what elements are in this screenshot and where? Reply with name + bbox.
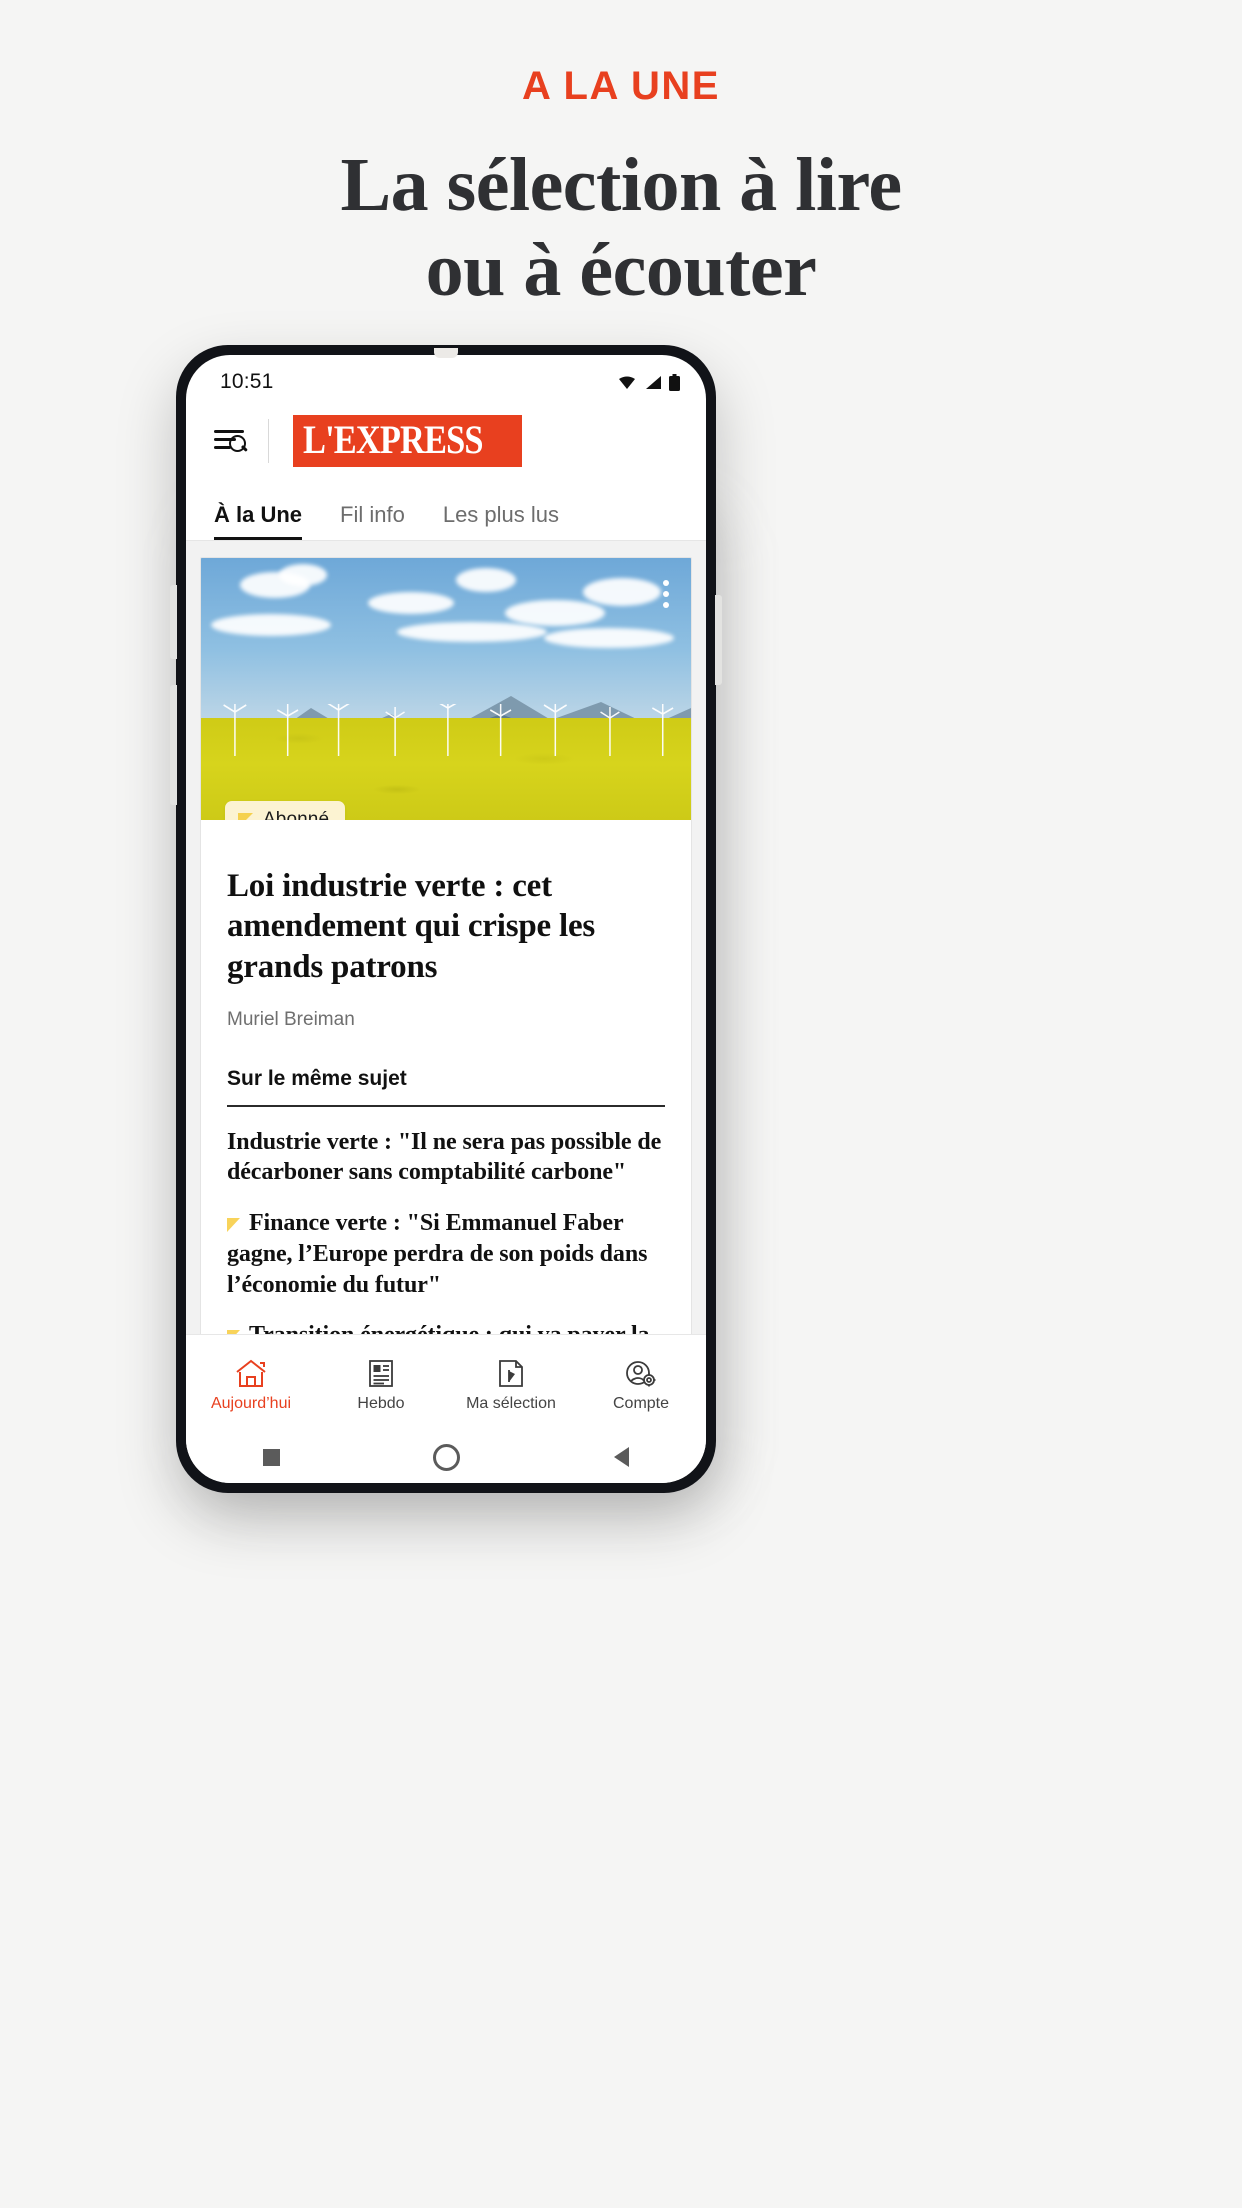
tab-les-plus-lus[interactable]: Les plus lus xyxy=(443,502,559,540)
related-article-2-text: Finance verte : "Si Emmanuel Faber gagne… xyxy=(227,1210,648,1298)
power-button[interactable] xyxy=(715,595,722,685)
nav-label-hebdo: Hebdo xyxy=(357,1395,405,1412)
camera-notch xyxy=(434,348,458,358)
bookmark-pin-icon xyxy=(496,1353,526,1389)
nav-item-compte[interactable]: Compte xyxy=(576,1353,706,1413)
logo-text: L'EXPRESS xyxy=(303,417,483,462)
tab-fil-info[interactable]: Fil info xyxy=(340,502,405,540)
status-bar: 10:51 xyxy=(186,355,706,403)
nav-label-compte: Compte xyxy=(612,1395,670,1412)
menu-search-icon[interactable] xyxy=(214,426,248,456)
article-body: Loi industrie verte : cet amendement qui… xyxy=(201,820,691,1387)
triangle-back-icon[interactable] xyxy=(614,1447,630,1467)
nav-item-hebdo[interactable]: Hebdo xyxy=(316,1353,446,1413)
volume-down-button[interactable] xyxy=(170,685,177,805)
article-image: Abonné xyxy=(201,558,691,820)
nav-item-aujourdhui[interactable]: Aujourd’hui xyxy=(186,1353,316,1413)
newspaper-icon xyxy=(366,1353,396,1389)
promo-kicker: A LA UNE xyxy=(522,64,720,108)
related-article-1[interactable]: Industrie verte : "Il ne sera pas possib… xyxy=(227,1127,665,1188)
related-divider xyxy=(227,1104,665,1107)
nav-label-ma-selection: Ma sélection xyxy=(466,1395,556,1412)
premium-badge: Abonné xyxy=(225,801,346,820)
article-author: Muriel Breiman xyxy=(227,1008,355,1030)
article-card[interactable]: Abonné Loi industrie verte : cet amendem… xyxy=(200,557,692,1387)
premium-triangle-icon xyxy=(227,1218,240,1233)
status-icons xyxy=(617,373,680,391)
lexpress-logo[interactable]: L'EXPRESS xyxy=(293,415,522,467)
promo-title-line2: ou à écouter xyxy=(425,228,817,313)
tab-a-la-une[interactable]: À la Une xyxy=(214,502,303,540)
status-time: 10:51 xyxy=(220,370,274,393)
battery-icon xyxy=(669,373,680,391)
premium-triangle-icon xyxy=(238,812,253,820)
promo-page: A LA UNE La sélection à lire ou à écoute… xyxy=(0,0,1242,2208)
phone-screen: 10:51 L'EXPRESS À la Une Fil info Les pl… xyxy=(186,355,706,1483)
header-divider xyxy=(268,419,269,463)
more-options-icon[interactable] xyxy=(663,580,669,608)
square-recents-icon[interactable] xyxy=(262,1448,280,1466)
tab-bar: À la Une Fil info Les plus lus xyxy=(186,479,706,541)
page-title: La sélection à lire ou à écouter xyxy=(0,143,1242,313)
home-icon xyxy=(234,1353,268,1389)
nav-item-ma-selection[interactable]: Ma sélection xyxy=(446,1353,576,1413)
related-article-1-text: Industrie verte : "Il ne sera pas possib… xyxy=(227,1128,662,1186)
article-title[interactable]: Loi industrie verte : cet amendement qui… xyxy=(227,866,665,987)
app-header: L'EXPRESS xyxy=(186,403,706,479)
bottom-navigation: Aujourd’hui Hebdo Ma sélection Compte xyxy=(186,1334,706,1431)
android-system-bar xyxy=(186,1431,706,1483)
wind-turbines xyxy=(223,704,674,756)
signal-icon xyxy=(646,376,661,389)
promo-title-line1: La sélection à lire xyxy=(340,143,902,227)
badge-label: Abonné xyxy=(263,809,330,820)
wifi-icon xyxy=(619,376,635,389)
nav-label-aujourdhui: Aujourd’hui xyxy=(210,1395,292,1412)
article-feed[interactable]: Abonné Loi industrie verte : cet amendem… xyxy=(186,541,706,1387)
related-heading: Sur le même sujet xyxy=(227,1066,407,1090)
circle-home-icon[interactable] xyxy=(433,1443,461,1471)
phone-device: 10:51 L'EXPRESS À la Une Fil info Les pl… xyxy=(170,345,722,1493)
related-article-2[interactable]: Finance verte : "Si Emmanuel Faber gagne… xyxy=(227,1208,665,1300)
promo-header: A LA UNE La sélection à lire ou à écoute… xyxy=(0,0,1242,313)
volume-up-button[interactable] xyxy=(170,585,177,659)
account-gear-icon xyxy=(625,1353,657,1389)
